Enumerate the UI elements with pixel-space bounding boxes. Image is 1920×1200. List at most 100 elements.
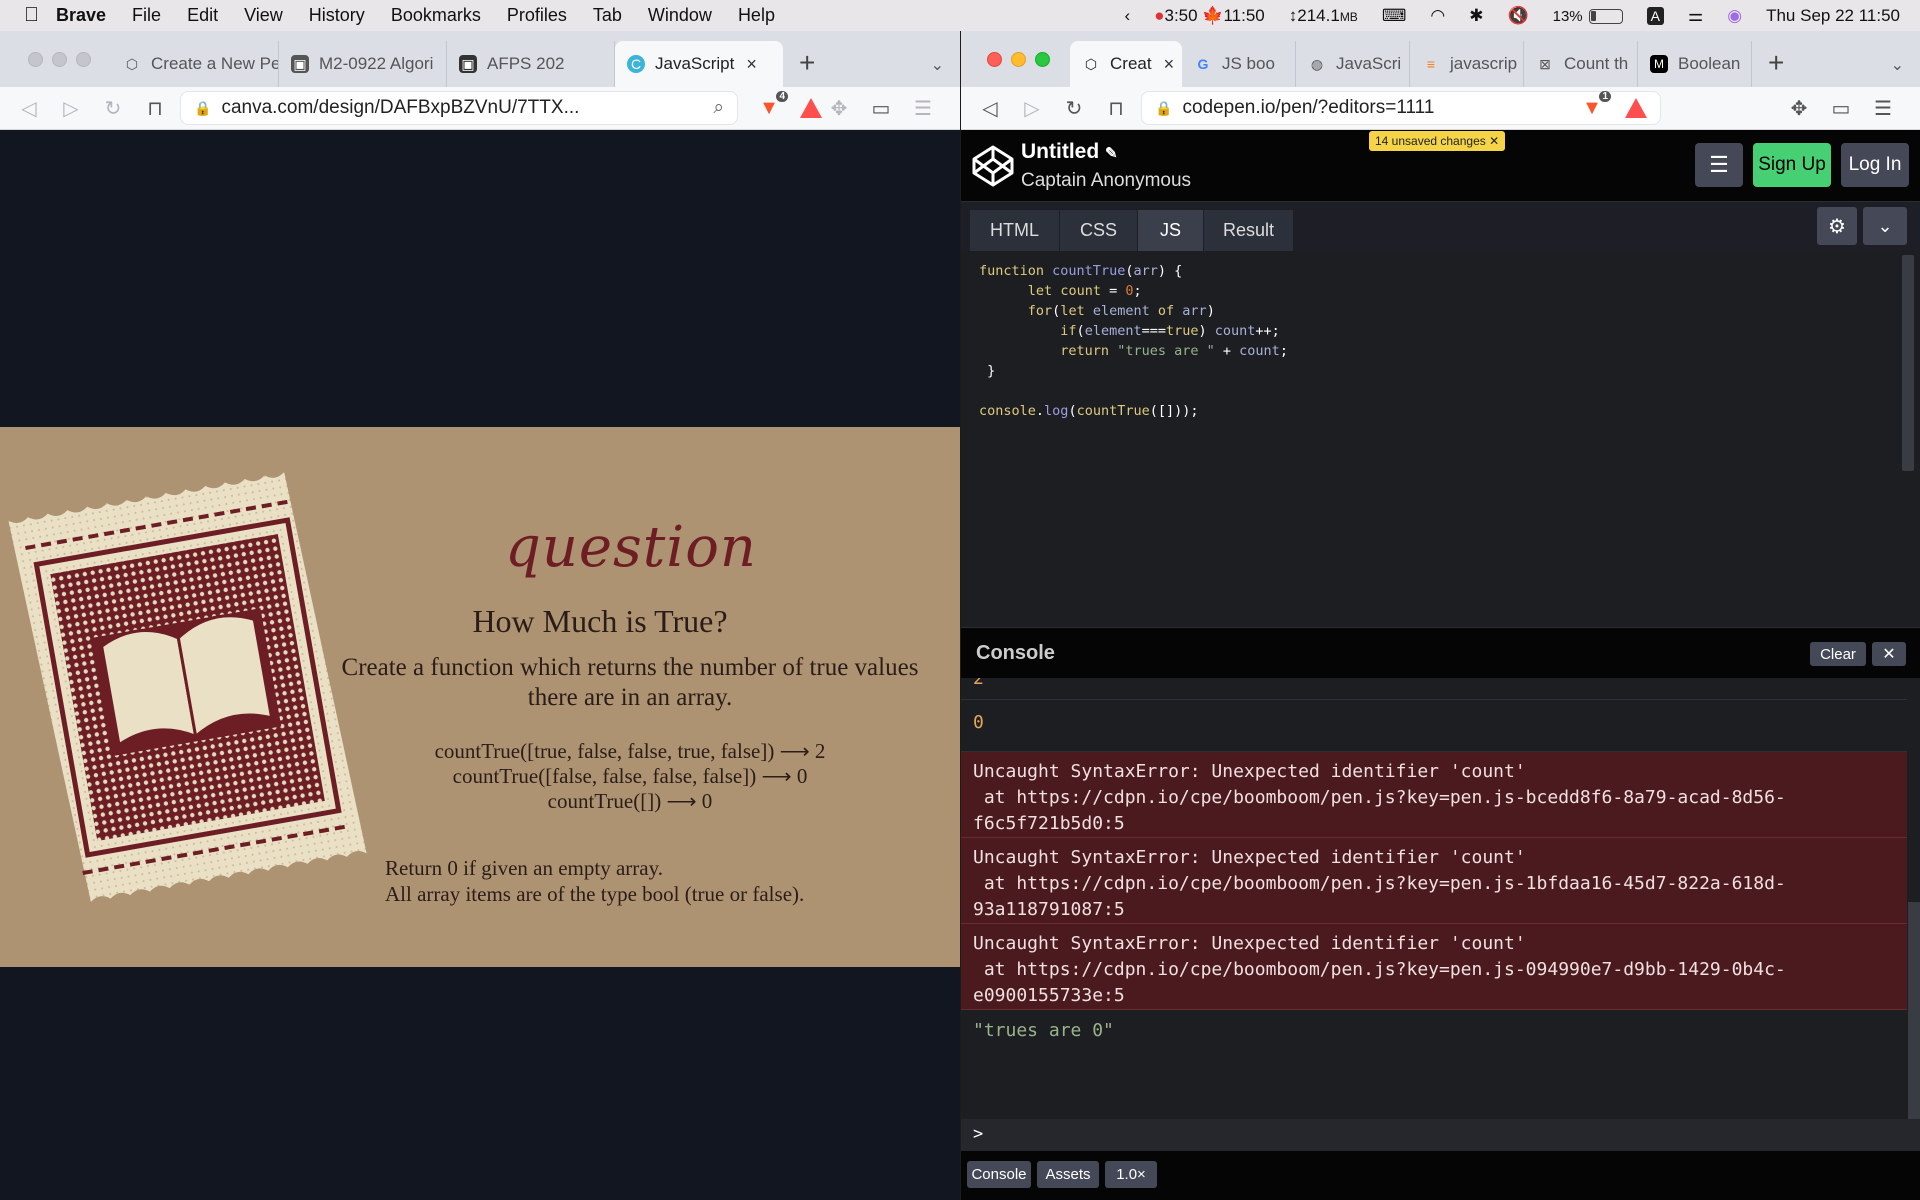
minimize-window-button[interactable]: [1011, 52, 1026, 67]
extensions-icon[interactable]: ✥: [822, 93, 856, 123]
tab-m2-algorithm[interactable]: ▣ M2-0922 Algori: [279, 41, 447, 87]
forward-button[interactable]: ▷: [1015, 93, 1049, 123]
bluetooth-icon[interactable]: ✱: [1469, 6, 1483, 26]
tab-js[interactable]: JS: [1138, 210, 1204, 251]
close-tab-icon[interactable]: ×: [746, 54, 757, 75]
bookmark-icon[interactable]: ⊓: [1099, 93, 1133, 123]
console-error-row: Uncaught SyntaxError: Unexpected identif…: [961, 924, 1907, 1010]
address-bar[interactable]: 🔒 codepen.io/pen/?editors=1111 ▼ 1: [1141, 91, 1661, 125]
minimize-window-button[interactable]: [52, 52, 67, 67]
tab-stackoverflow[interactable]: ≡ javascrip: [1410, 41, 1524, 87]
editor-tabs: HTML CSS JS Result ⚙ ⌄: [961, 203, 1920, 251]
tab-html[interactable]: HTML: [970, 210, 1060, 251]
zoom-window-button[interactable]: [76, 52, 91, 67]
reload-button[interactable]: ↻: [96, 93, 130, 123]
lock-icon: 🔒: [194, 99, 212, 116]
tab-list-chevron-icon[interactable]: ⌄: [1891, 55, 1904, 75]
editor-scrollbar[interactable]: [1902, 255, 1914, 471]
menu-icon[interactable]: ☰: [906, 93, 940, 123]
tab-google-js[interactable]: G JS boo: [1182, 41, 1296, 87]
control-center-icon[interactable]: ⚌: [1688, 6, 1703, 26]
pen-author: Captain Anonymous: [1021, 170, 1192, 191]
sign-up-button[interactable]: Sign Up: [1753, 143, 1831, 187]
siri-icon[interactable]: ◉: [1727, 6, 1742, 26]
editor-options-chevron-icon[interactable]: ⌄: [1863, 207, 1907, 245]
tab-result[interactable]: Result: [1204, 210, 1294, 251]
close-window-button[interactable]: [987, 52, 1002, 67]
address-bar[interactable]: 🔒 canva.com/design/DAFBxpBZVnU/7TTX... ⌕: [180, 91, 738, 125]
back-button[interactable]: ◁: [12, 93, 46, 123]
footer-console-button[interactable]: Console: [967, 1161, 1031, 1188]
question-card[interactable]: question How Much is True? Create a func…: [0, 427, 960, 967]
tab-javascript[interactable]: C JavaScript ×: [615, 41, 783, 87]
timer-status[interactable]: ●3:50 🍁11:50: [1154, 6, 1265, 26]
forward-button[interactable]: ▷: [54, 93, 88, 123]
brave-rewards-icon[interactable]: [1625, 98, 1647, 118]
pen-title[interactable]: Untitled ✎: [1021, 140, 1118, 164]
question-description: Create a function which returns the numb…: [341, 654, 919, 711]
new-tab-button[interactable]: +: [783, 47, 831, 87]
zoom-level-button[interactable]: 1.0×: [1105, 1161, 1157, 1188]
unsaved-changes-badge[interactable]: 14 unsaved changes ✕: [1369, 131, 1506, 151]
zoom-icon[interactable]: ⌕: [713, 97, 724, 119]
wallet-icon[interactable]: ▭: [1824, 93, 1858, 123]
tab-edabit[interactable]: ⊠ Count th: [1524, 41, 1638, 87]
menu-window[interactable]: Window: [648, 5, 712, 26]
menubar-arrow-icon[interactable]: ‹: [1125, 6, 1131, 26]
battery-status[interactable]: 13%: [1553, 6, 1623, 26]
example-line: countTrue([true, false, false, true, fal…: [434, 739, 826, 763]
tab-mdn-boolean[interactable]: M Boolean: [1638, 41, 1752, 87]
console-scrollbar[interactable]: [1908, 902, 1920, 1119]
apple-icon[interactable]: : [24, 4, 56, 27]
menu-view[interactable]: View: [244, 5, 283, 26]
layout-toggle-button[interactable]: ☰: [1695, 143, 1743, 187]
tab-codepen-create[interactable]: ⬡ Creat ×: [1070, 41, 1182, 87]
close-tab-icon[interactable]: ×: [1164, 54, 1175, 75]
console-clear-button[interactable]: Clear: [1810, 642, 1866, 666]
settings-gear-icon[interactable]: ⚙: [1817, 207, 1857, 245]
brave-shields-icon[interactable]: ▼ 1: [1579, 91, 1611, 121]
wallet-icon[interactable]: ▭: [864, 93, 898, 123]
menu-icon[interactable]: ☰: [1866, 93, 1900, 123]
close-window-button[interactable]: [28, 52, 43, 67]
pencil-icon[interactable]: ✎: [1105, 145, 1118, 162]
console-input[interactable]: >: [961, 1119, 1920, 1151]
menu-profiles[interactable]: Profiles: [507, 5, 567, 26]
bookmark-icon[interactable]: ⊓: [138, 93, 172, 123]
extensions-icon[interactable]: ✥: [1782, 93, 1816, 123]
footer-assets-button[interactable]: Assets: [1037, 1161, 1099, 1188]
back-button[interactable]: ◁: [973, 93, 1007, 123]
menu-bookmarks[interactable]: Bookmarks: [391, 5, 481, 26]
mute-icon[interactable]: 🔇: [1507, 6, 1528, 26]
tab-list-chevron-icon[interactable]: ⌄: [931, 55, 944, 75]
question-title: question: [505, 515, 757, 580]
menu-file[interactable]: File: [132, 5, 161, 26]
new-tab-button[interactable]: +: [1752, 47, 1800, 87]
url-text: canva.com/design/DAFBxpBZVnU/7TTX...: [221, 97, 580, 118]
menu-app-name[interactable]: Brave: [56, 5, 106, 26]
js-code-editor[interactable]: function countTrue(arr) { let count = 0;…: [961, 251, 1920, 627]
wifi-icon[interactable]: ◠: [1430, 6, 1445, 26]
zoom-window-button[interactable]: [1035, 52, 1050, 67]
menubar-datetime[interactable]: Thu Sep 22 11:50: [1766, 6, 1900, 26]
menu-history[interactable]: History: [309, 5, 365, 26]
tab-javascript-ref[interactable]: ◍ JavaScri: [1296, 41, 1410, 87]
menu-tab[interactable]: Tab: [593, 5, 622, 26]
keyboard-icon[interactable]: ⌨: [1382, 6, 1407, 26]
memory-status[interactable]: ↕214.1MB: [1289, 6, 1358, 26]
menu-help[interactable]: Help: [738, 5, 775, 26]
menu-edit[interactable]: Edit: [187, 5, 218, 26]
brave-rewards-icon[interactable]: [800, 98, 822, 118]
codepen-logo-icon[interactable]: [971, 144, 1015, 188]
tab-afps[interactable]: ▣ AFPS 202: [447, 41, 615, 87]
close-icon[interactable]: ✕: [1489, 134, 1499, 148]
input-source-indicator[interactable]: A: [1646, 6, 1664, 25]
close-icon[interactable]: ✕: [1872, 642, 1906, 666]
brave-shields-icon[interactable]: ▼ 4: [756, 91, 788, 121]
tab-css[interactable]: CSS: [1060, 210, 1138, 251]
log-in-button[interactable]: Log In: [1841, 143, 1909, 187]
reload-button[interactable]: ↻: [1057, 93, 1091, 123]
tab-create-new-pen[interactable]: ⬡ Create a New Pe: [111, 41, 279, 87]
codepen-header: Untitled ✎ Captain Anonymous 14 unsaved …: [961, 130, 1920, 202]
browser-window-codepen: ⬡ Creat × G JS boo ◍ JavaScri ≡ javascrip ⊠ Co…: [961, 31, 1920, 1200]
